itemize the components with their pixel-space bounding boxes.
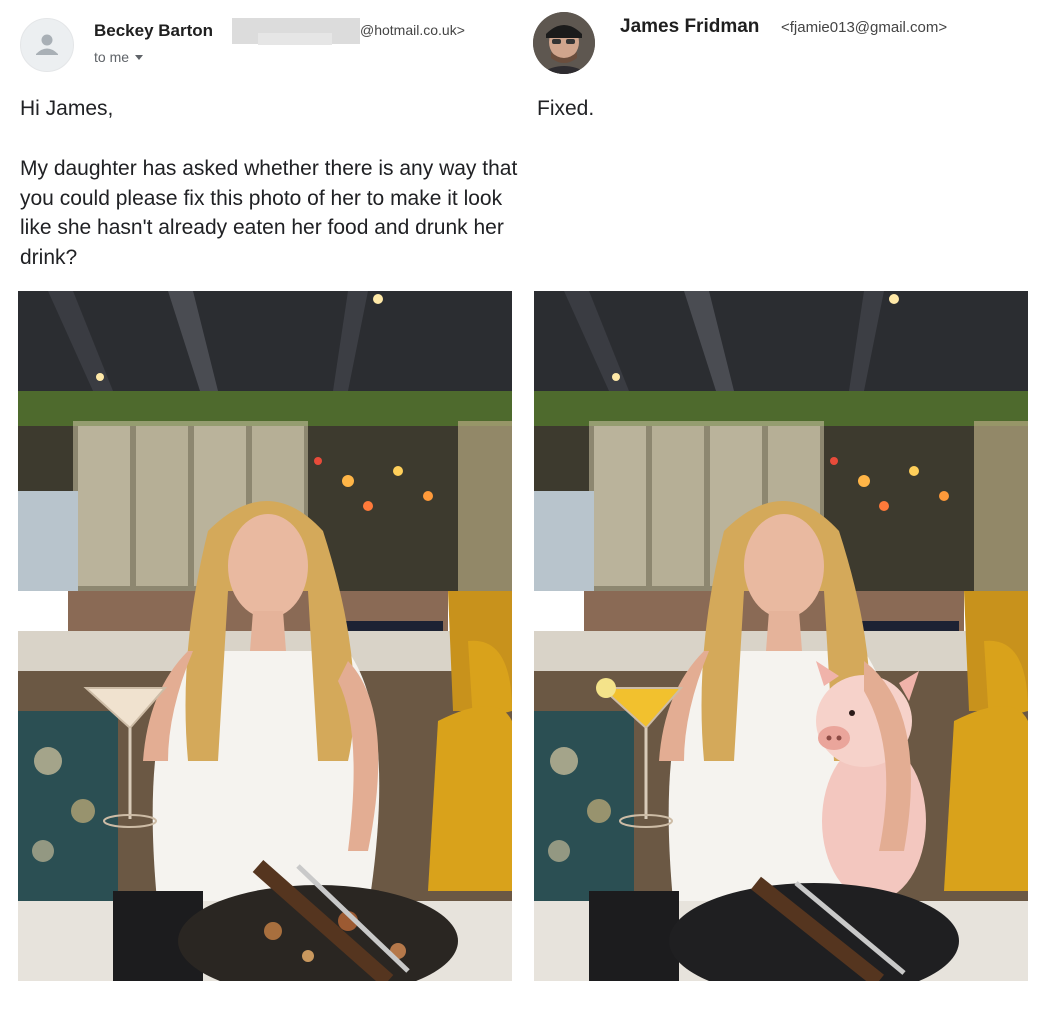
recipient-label: to me — [94, 49, 130, 65]
email-greeting: Hi James, — [20, 97, 114, 120]
redacted-email-shadow — [258, 33, 332, 45]
restaurant-photo-after — [534, 291, 1028, 981]
left-email-pane: Beckey Barton @hotmail.co.uk> to me Hi J… — [0, 0, 520, 1024]
person-icon — [36, 34, 58, 55]
profile-photo-icon — [533, 12, 595, 74]
email-body: Fixed. — [537, 97, 595, 120]
email-photo-edited[interactable] — [534, 291, 1028, 981]
sender-email: <fjamie013@gmail.com> — [781, 19, 948, 36]
sender-avatar[interactable] — [20, 18, 74, 72]
sender-name: James Fridman — [620, 16, 760, 37]
recipient-dropdown[interactable]: to me — [94, 49, 144, 65]
sender-avatar[interactable] — [533, 12, 595, 74]
chevron-down-icon — [135, 54, 144, 60]
sender-email: @hotmail.co.uk> — [360, 22, 465, 38]
email-photo-original[interactable] — [18, 291, 512, 981]
sender-name: Beckey Barton — [94, 21, 214, 40]
right-email-pane: James Fridman <fjamie013@gmail.com> Fixe… — [526, 0, 1046, 1024]
email-body: My daughter has asked whether there is a… — [20, 157, 518, 269]
restaurant-photo-before — [18, 291, 512, 981]
